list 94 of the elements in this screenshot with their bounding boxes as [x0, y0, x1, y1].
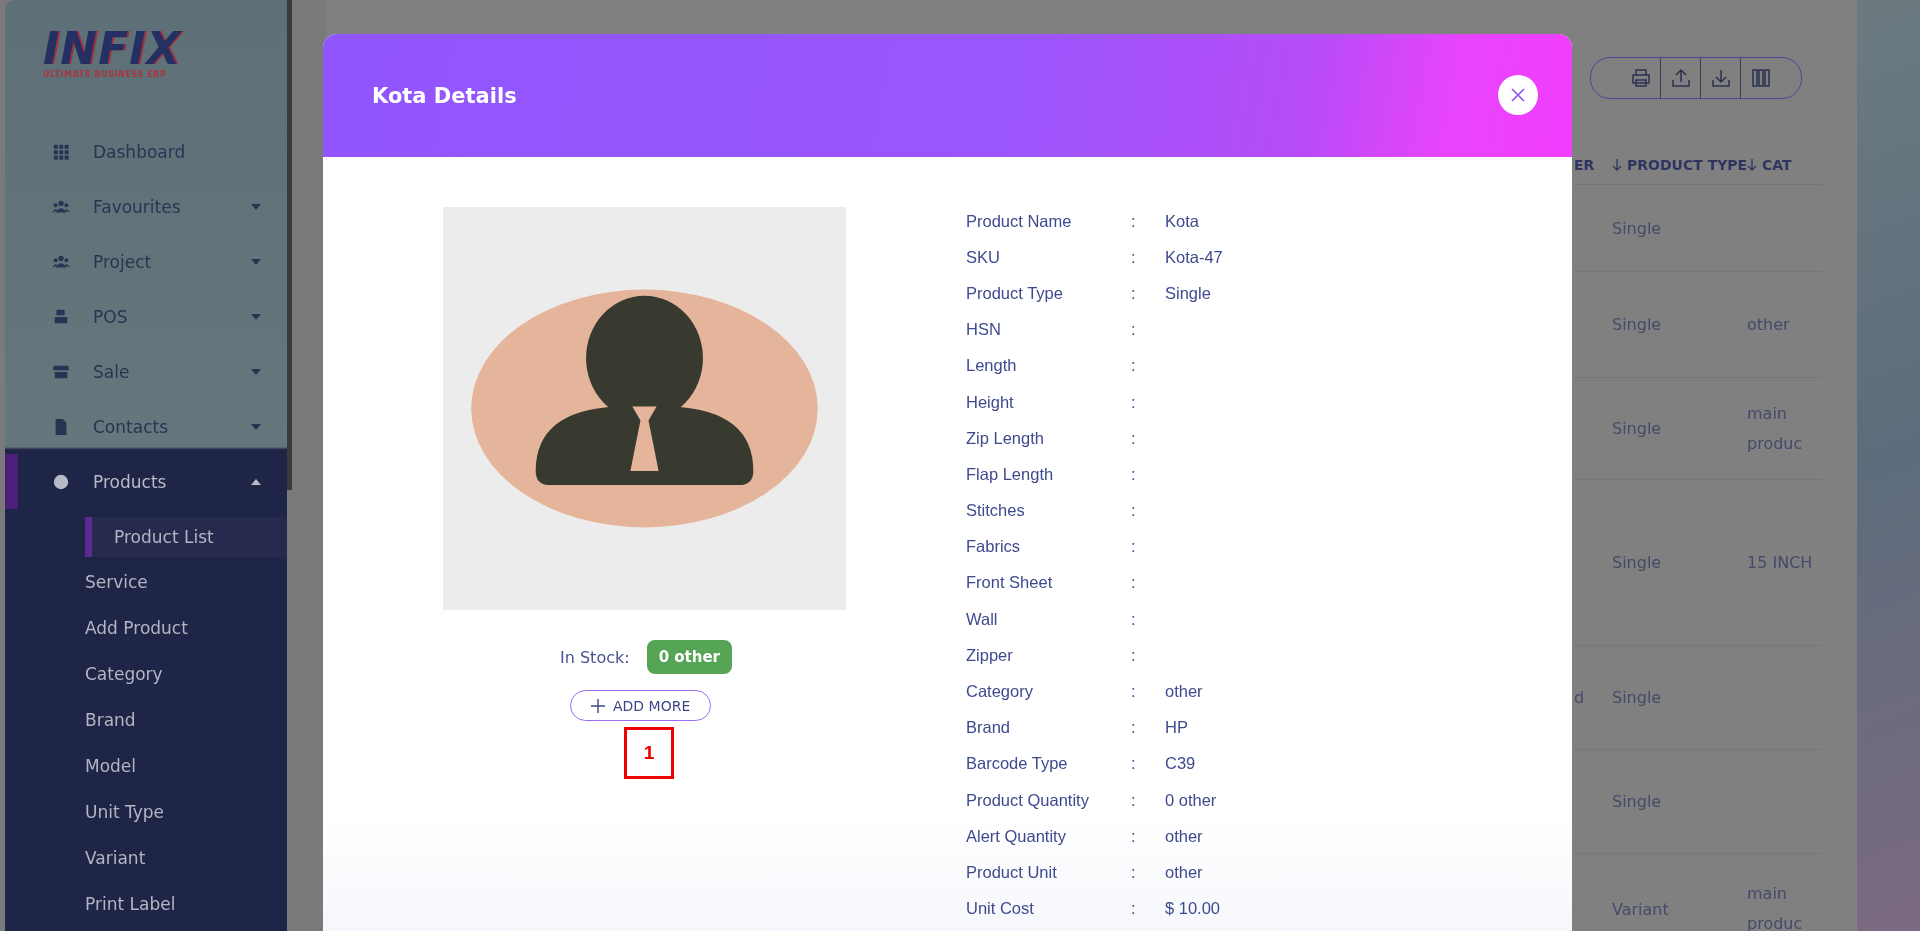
- sidebar-subitem[interactable]: Variant: [5, 835, 287, 881]
- table-cell: Single: [1612, 553, 1662, 572]
- annotation-marker: 1: [624, 727, 674, 779]
- colon-separator: :: [1131, 428, 1137, 448]
- detail-value: Kota-47: [1165, 247, 1223, 267]
- detail-label: Product Name: [966, 211, 1073, 231]
- colon-separator: :: [1131, 826, 1137, 846]
- caret-icon: [251, 423, 261, 430]
- detail-value: 0 other: [1165, 790, 1217, 810]
- caret-icon: [251, 258, 261, 265]
- colon-separator: :: [1131, 862, 1137, 882]
- colon-separator: :: [1131, 645, 1137, 665]
- sidebar-subitem[interactable]: Brand: [5, 697, 287, 743]
- table-cell: Single: [1612, 792, 1662, 811]
- colon-separator: :: [1131, 573, 1137, 593]
- table-cell: d: [1574, 688, 1585, 707]
- colon-separator: :: [1131, 790, 1137, 810]
- detail-value: other: [1165, 862, 1203, 882]
- download-icon: [1710, 68, 1731, 88]
- stock-badge: 0 other: [646, 640, 732, 674]
- cash-register-icon: [52, 307, 70, 326]
- arrow-down-icon: [1747, 159, 1757, 171]
- colon-separator: :: [1131, 392, 1137, 412]
- detail-label: Barcode Type: [966, 754, 1069, 774]
- table-cell-text: other: [1747, 313, 1791, 336]
- caret-icon: [251, 368, 261, 375]
- colon-separator: :: [1131, 464, 1137, 484]
- colon-separator: :: [1131, 609, 1137, 629]
- arrow-down-icon: [1612, 159, 1622, 171]
- detail-label: Product Quantity: [966, 790, 1090, 810]
- colon-separator: :: [1131, 356, 1137, 376]
- colon-separator: :: [1131, 682, 1137, 702]
- table-cell: Single: [1612, 688, 1662, 707]
- printer-icon: [1630, 68, 1651, 88]
- detail-label: Category: [966, 682, 1034, 702]
- detail-value: C39: [1165, 754, 1196, 774]
- detail-label: SKU: [966, 247, 1001, 267]
- detail-value: Single: [1165, 283, 1211, 303]
- table-cell: Single: [1612, 419, 1662, 438]
- table-cell: Variant: [1612, 899, 1669, 919]
- colon-separator: :: [1131, 283, 1137, 303]
- caret-icon: [251, 203, 261, 210]
- plus-icon: [591, 698, 605, 713]
- colon-separator: :: [1131, 754, 1137, 774]
- detail-label: Zip Length: [966, 428, 1045, 448]
- detail-value: other: [1165, 826, 1203, 846]
- sidebar-subitem[interactable]: Unit Type: [5, 789, 287, 835]
- sidebar-subitem[interactable]: Service: [5, 559, 287, 605]
- logo-wordmark: INFIX: [43, 28, 182, 70]
- detail-value: HP: [1165, 718, 1188, 738]
- caret-icon: [251, 313, 261, 320]
- close-button[interactable]: [1498, 74, 1538, 115]
- detail-label: Alert Quantity: [966, 826, 1067, 846]
- colon-separator: :: [1131, 247, 1137, 267]
- grid-icon: [52, 142, 70, 161]
- table-cell: Single: [1612, 315, 1662, 334]
- detail-label: Wall: [966, 609, 999, 629]
- detail-label: Zipper: [966, 645, 1014, 665]
- sidebar-subitem[interactable]: Category: [5, 651, 287, 697]
- caret-icon: [251, 478, 261, 485]
- close-icon: [1510, 86, 1526, 103]
- colon-separator: :: [1131, 320, 1137, 340]
- add-more-button[interactable]: ADD MORE: [570, 690, 712, 721]
- colon-separator: :: [1131, 899, 1137, 919]
- detail-label: HSN: [966, 320, 1002, 340]
- detail-label: Height: [966, 392, 1015, 412]
- detail-label: Front Sheet: [966, 573, 1054, 593]
- colon-separator: :: [1131, 718, 1137, 738]
- columns-icon: [1751, 68, 1771, 88]
- sidebar-subitem[interactable]: Add Product: [5, 605, 287, 651]
- table-cell-text: main produc: [1747, 402, 1804, 455]
- detail-label: Product Type: [966, 283, 1064, 303]
- detail-label: Length: [966, 356, 1018, 376]
- sidebar-subitem[interactable]: Print Label: [5, 881, 287, 927]
- sidebar-subitem[interactable]: Model: [5, 743, 287, 789]
- stock-label: In Stock:: [560, 647, 630, 667]
- detail-value: Kota: [1165, 211, 1199, 231]
- detail-label: Stitches: [966, 501, 1026, 521]
- colon-separator: :: [1131, 501, 1137, 521]
- detail-value: other: [1165, 682, 1203, 702]
- colon-separator: :: [1131, 537, 1137, 557]
- detail-value: $ 10.00: [1165, 899, 1221, 919]
- detail-label: Fabrics: [966, 537, 1022, 557]
- table-cell-text: 15 INCH: [1747, 551, 1814, 574]
- colon-separator: :: [1131, 211, 1137, 231]
- upload-icon: [1670, 68, 1691, 88]
- logo-tagline: ULTIMATE BUSINESS ERP: [43, 70, 167, 79]
- detail-label: Product Unit: [966, 862, 1058, 882]
- table-cell: Single: [1612, 218, 1662, 238]
- detail-label: Flap Length: [966, 464, 1055, 484]
- modal-title: Kota Details: [372, 83, 517, 108]
- detail-label: Brand: [966, 718, 1012, 738]
- sidebar-subitem[interactable]: Product List: [85, 517, 287, 557]
- detail-label: Unit Cost: [966, 899, 1035, 919]
